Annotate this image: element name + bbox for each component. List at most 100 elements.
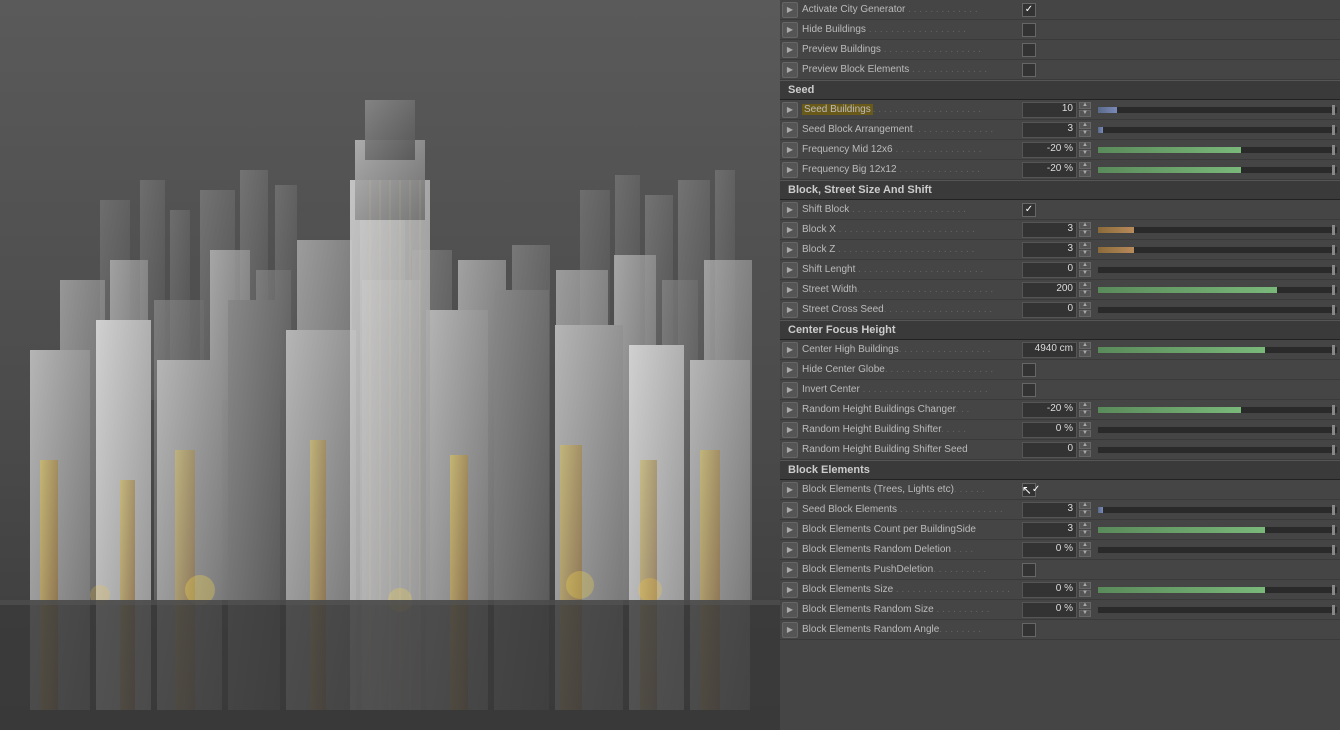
slider-block-z[interactable] [1097,246,1338,254]
prop-icon-frequency-big[interactable]: ▶ [782,162,798,178]
slider-seed-buildings[interactable] [1097,106,1338,114]
spin-up-shift-length[interactable]: ▲ [1079,262,1091,269]
spin-down-random-height-changer[interactable]: ▼ [1079,410,1091,417]
spin-up-street-width[interactable]: ▲ [1079,282,1091,289]
number-input-shift-length[interactable]: 0 [1022,262,1077,278]
slider-random-height-shifter[interactable] [1097,426,1338,434]
spin-down-seed-buildings[interactable]: ▼ [1079,110,1091,117]
spin-up-block-x[interactable]: ▲ [1079,222,1091,229]
prop-icon-block-elements-pushdeletion[interactable]: ▶ [782,562,798,578]
prop-icon-block-elements-random-angle[interactable]: ▶ [782,622,798,638]
number-input-block-elements-deletion[interactable]: 0 % [1022,542,1077,558]
prop-icon-block-elements-size[interactable]: ▶ [782,582,798,598]
spin-down-block-x[interactable]: ▼ [1079,230,1091,237]
spin-up-random-height-shifter[interactable]: ▲ [1079,422,1091,429]
prop-icon-block-elements-random-size[interactable]: ▶ [782,602,798,618]
number-input-random-height-changer[interactable]: -20 % [1022,402,1077,418]
checkbox-block-elements-random-angle[interactable] [1022,623,1036,637]
spin-down-random-height-shifter[interactable]: ▼ [1079,430,1091,437]
prop-icon-seed-block-elements[interactable]: ▶ [782,502,798,518]
number-input-block-elements-count[interactable]: 3 [1022,522,1077,538]
spin-up-street-cross-seed[interactable]: ▲ [1079,302,1091,309]
checkbox-activate-city[interactable] [1022,3,1036,17]
number-input-random-height-shifter-seed[interactable]: 0 [1022,442,1077,458]
prop-icon-block-elements-count[interactable]: ▶ [782,522,798,538]
spin-up-block-z[interactable]: ▲ [1079,242,1091,249]
checkbox-block-elements-pushdeletion[interactable] [1022,563,1036,577]
spin-down-block-elements-deletion[interactable]: ▼ [1079,550,1091,557]
prop-icon-random-height-shifter[interactable]: ▶ [782,422,798,438]
spin-up-block-elements-size[interactable]: ▲ [1079,582,1091,589]
prop-icon-shift-length[interactable]: ▶ [782,262,798,278]
prop-icon-hide-buildings[interactable]: ▶ [782,22,798,38]
checkbox-hide-buildings[interactable] [1022,23,1036,37]
number-input-seed-buildings[interactable]: 10 [1022,102,1077,118]
spin-up-center-high-buildings[interactable]: ▲ [1079,342,1091,349]
spin-up-random-height-shifter-seed[interactable]: ▲ [1079,442,1091,449]
prop-icon-block-z[interactable]: ▶ [782,242,798,258]
spin-down-block-elements-size[interactable]: ▼ [1079,590,1091,597]
slider-street-cross-seed[interactable] [1097,306,1338,314]
spin-down-block-z[interactable]: ▼ [1079,250,1091,257]
slider-center-high-buildings[interactable] [1097,346,1338,354]
prop-icon-frequency-mid[interactable]: ▶ [782,142,798,158]
spin-up-seed-buildings[interactable]: ▲ [1079,102,1091,109]
spin-up-frequency-big[interactable]: ▲ [1079,162,1091,169]
spin-down-shift-length[interactable]: ▼ [1079,270,1091,277]
slider-shift-length[interactable] [1097,266,1338,274]
slider-block-elements-size[interactable] [1097,586,1338,594]
number-input-street-width[interactable]: 200 [1022,282,1077,298]
slider-frequency-mid[interactable] [1097,146,1338,154]
prop-icon-center-high-buildings[interactable]: ▶ [782,342,798,358]
number-input-block-z[interactable]: 3 [1022,242,1077,258]
spin-down-random-height-shifter-seed[interactable]: ▼ [1079,450,1091,457]
prop-icon-hide-center-globe[interactable]: ▶ [782,362,798,378]
slider-seed-block-arrangement[interactable] [1097,126,1338,134]
number-input-frequency-big[interactable]: -20 % [1022,162,1077,178]
slider-block-elements-deletion[interactable] [1097,546,1338,554]
prop-icon-preview-buildings[interactable]: ▶ [782,42,798,58]
slider-frequency-big[interactable] [1097,166,1338,174]
spin-down-frequency-big[interactable]: ▼ [1079,170,1091,177]
number-input-frequency-mid[interactable]: -20 % [1022,142,1077,158]
slider-block-x[interactable] [1097,226,1338,234]
number-input-block-elements-size[interactable]: 0 % [1022,582,1077,598]
spin-up-frequency-mid[interactable]: ▲ [1079,142,1091,149]
prop-icon-random-height-changer[interactable]: ▶ [782,402,798,418]
prop-icon-activate-city[interactable]: ▶ [782,2,798,18]
spin-up-block-elements-deletion[interactable]: ▲ [1079,542,1091,549]
prop-icon-seed-buildings[interactable]: ▶ [782,102,798,118]
slider-random-height-changer[interactable] [1097,406,1338,414]
slider-random-height-shifter-seed[interactable] [1097,446,1338,454]
checkbox-shift-block[interactable] [1022,203,1036,217]
prop-icon-street-width[interactable]: ▶ [782,282,798,298]
spin-down-frequency-mid[interactable]: ▼ [1079,150,1091,157]
spin-up-block-elements-random-size[interactable]: ▲ [1079,602,1091,609]
prop-icon-seed-block-arrangement[interactable]: ▶ [782,122,798,138]
prop-icon-block-elements-deletion[interactable]: ▶ [782,542,798,558]
checkbox-invert-center[interactable] [1022,383,1036,397]
slider-block-elements-random-size[interactable] [1097,606,1338,614]
checkbox-preview-block-elements[interactable] [1022,63,1036,77]
number-input-center-high-buildings[interactable]: 4940 cm [1022,342,1077,358]
prop-icon-block-x[interactable]: ▶ [782,222,798,238]
spin-down-center-high-buildings[interactable]: ▼ [1079,350,1091,357]
prop-icon-shift-block[interactable]: ▶ [782,202,798,218]
spin-down-street-width[interactable]: ▼ [1079,290,1091,297]
checkbox-block-elements-trees[interactable]: ↖ [1022,483,1036,497]
prop-icon-preview-block-elements[interactable]: ▶ [782,62,798,78]
spin-down-block-elements-count[interactable]: ▼ [1079,530,1091,537]
prop-icon-street-cross-seed[interactable]: ▶ [782,302,798,318]
prop-icon-random-height-shifter-seed[interactable]: ▶ [782,442,798,458]
spin-up-random-height-changer[interactable]: ▲ [1079,402,1091,409]
prop-icon-block-elements-trees[interactable]: ▶ [782,482,798,498]
spin-down-block-elements-random-size[interactable]: ▼ [1079,610,1091,617]
spin-down-seed-block-elements[interactable]: ▼ [1079,510,1091,517]
number-input-random-height-shifter[interactable]: 0 % [1022,422,1077,438]
checkbox-hide-center-globe[interactable] [1022,363,1036,377]
number-input-block-x[interactable]: 3 [1022,222,1077,238]
slider-street-width[interactable] [1097,286,1338,294]
spin-down-seed-block-arrangement[interactable]: ▼ [1079,130,1091,137]
checkbox-preview-buildings[interactable] [1022,43,1036,57]
spin-up-block-elements-count[interactable]: ▲ [1079,522,1091,529]
